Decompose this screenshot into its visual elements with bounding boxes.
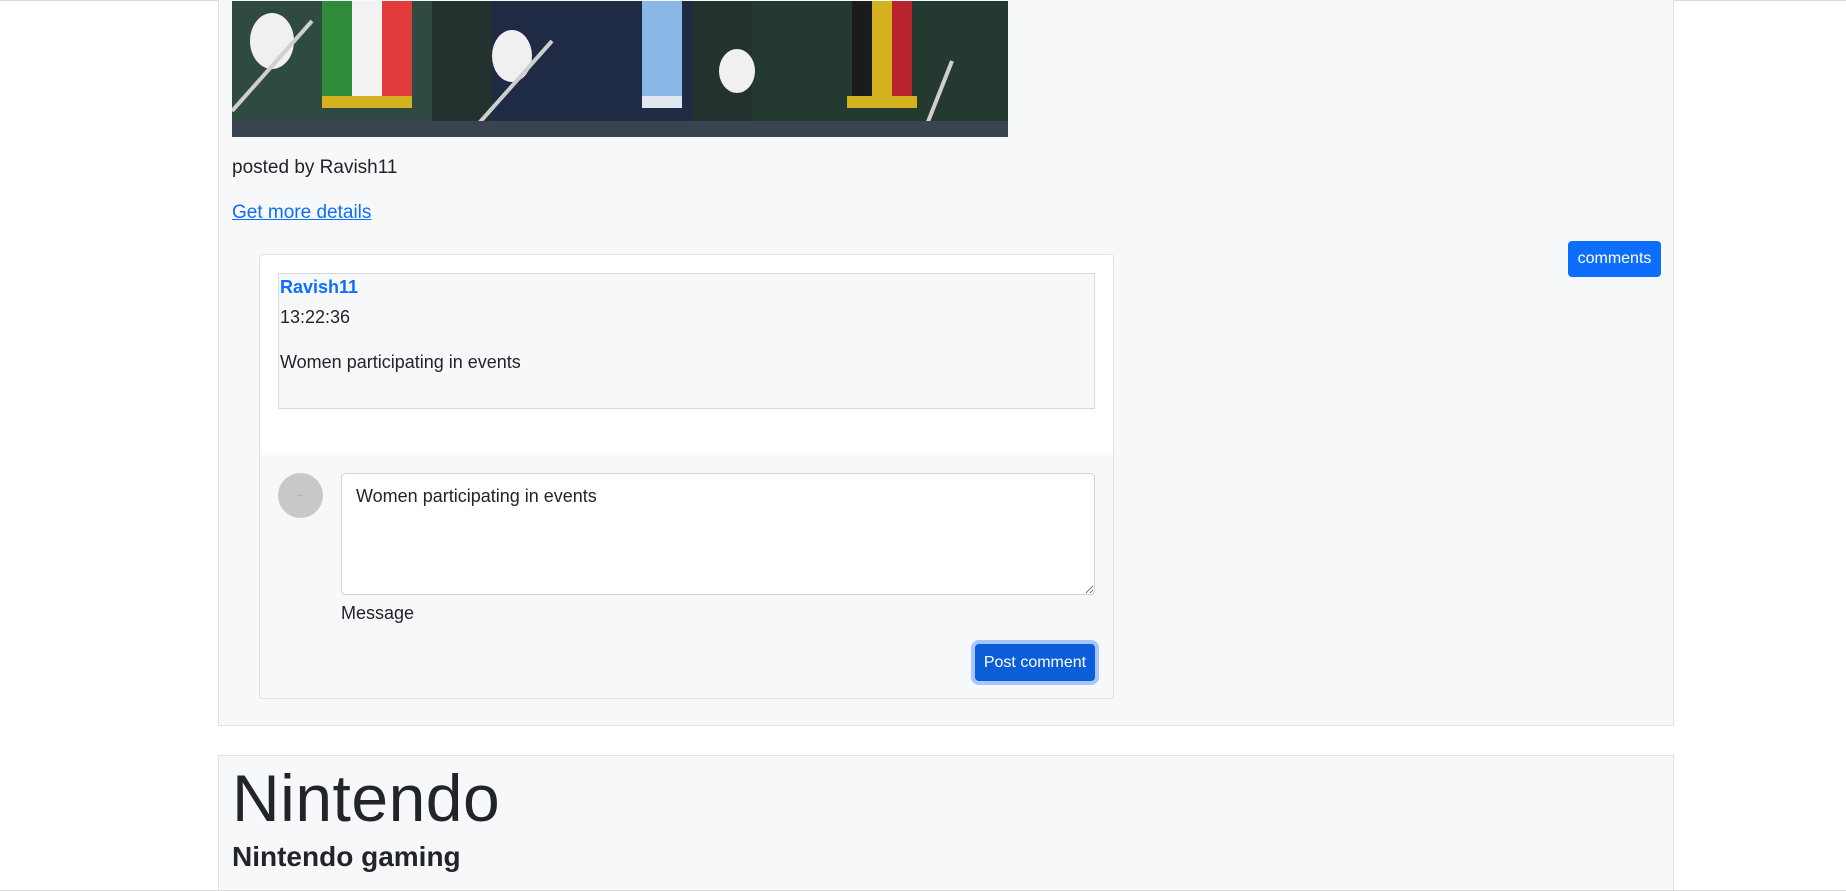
next-post-title: Nintendo [232, 761, 501, 835]
next-post-subtitle: Nintendo gaming [232, 841, 461, 872]
post-comment-button[interactable]: Post comment [975, 644, 1095, 681]
comments-panel: Ravish11 13:22:36 Women participating in… [259, 254, 1114, 699]
avatar-placeholder-icon: ••• [297, 492, 304, 499]
comment-author[interactable]: Ravish11 [280, 275, 358, 299]
post-image [232, 1, 1008, 137]
comment-timestamp: 13:22:36 [280, 307, 351, 327]
comment-form: ••• Women participating in events Messag… [260, 455, 1113, 698]
avatar: ••• [278, 473, 323, 518]
comment-text: Women participating in events [280, 352, 521, 372]
post-author-line: posted by Ravish11 [232, 157, 398, 178]
get-more-details-link[interactable]: Get more details [232, 201, 371, 225]
comment-item: Ravish11 13:22:36 Women participating in… [278, 273, 1095, 409]
message-label: Message [341, 603, 415, 623]
message-textarea[interactable]: Women participating in events [341, 473, 1095, 595]
comments-toggle-button[interactable]: comments [1568, 241, 1661, 277]
